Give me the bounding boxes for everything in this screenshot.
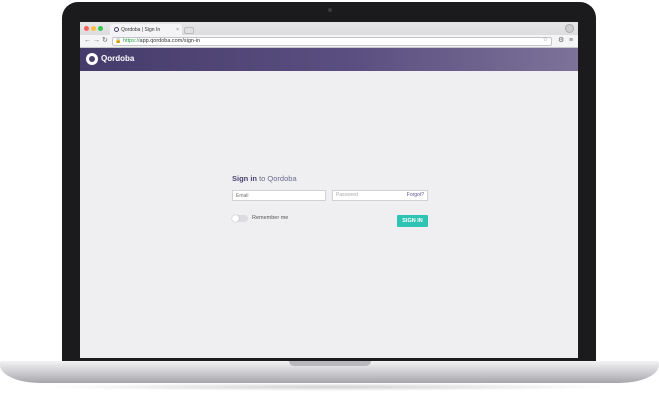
bookmark-star-icon[interactable]: ☆: [543, 37, 548, 44]
password-placeholder: Password: [336, 192, 358, 198]
password-field[interactable]: Password Forgot?: [332, 190, 428, 201]
laptop-notch: [289, 361, 371, 366]
tab-signin[interactable]: Qordoba | Sign In ×: [110, 24, 182, 35]
remember-me-label: Remember me: [252, 215, 289, 221]
signin-title: Sign in to Qordoba: [232, 174, 297, 183]
email-field[interactable]: [232, 190, 326, 201]
extension-icon[interactable]: ⚙: [558, 36, 564, 46]
signin-title-rest: to Qordoba: [257, 174, 297, 183]
remember-me-toggle[interactable]: [232, 215, 248, 222]
minimize-window-button[interactable]: [91, 26, 96, 31]
zoom-window-button[interactable]: [98, 26, 103, 31]
lock-icon: 🔒: [115, 38, 122, 44]
url-scheme: https://: [123, 38, 140, 44]
browser-chrome: Qordoba | Sign In × ← → ↻ 🔒 https://app.…: [80, 22, 578, 48]
tab-title: Qordoba | Sign In: [121, 26, 161, 33]
qordoba-logo-icon[interactable]: [86, 53, 98, 65]
menu-icon[interactable]: ≡: [569, 36, 573, 46]
reload-icon[interactable]: ↻: [102, 36, 108, 46]
camera-dot: [328, 8, 332, 12]
close-window-button[interactable]: [84, 26, 89, 31]
url-path: app.qordoba.com/sign-in: [139, 38, 201, 44]
tab-strip: Qordoba | Sign In ×: [80, 22, 578, 35]
signin-title-strong: Sign in: [232, 174, 257, 183]
signin-form: Sign in to Qordoba Password Forgot? Reme…: [232, 174, 428, 234]
browser-window: Qordoba | Sign In × ← → ↻ 🔒 https://app.…: [80, 22, 578, 358]
qordoba-favicon-icon: [114, 27, 119, 32]
forgot-password-link[interactable]: Forgot?: [407, 191, 424, 200]
forward-arrow-icon[interactable]: →: [93, 36, 100, 46]
app-header: Qordoba: [80, 48, 578, 71]
profile-icon[interactable]: [565, 24, 574, 33]
logo-text[interactable]: Qordoba: [101, 54, 134, 63]
tab-close-icon[interactable]: ×: [176, 27, 179, 33]
address-bar[interactable]: 🔒 https://app.qordoba.com/sign-in ☆: [112, 37, 552, 46]
new-tab-button[interactable]: [184, 27, 194, 34]
browser-toolbar: ← → ↻ 🔒 https://app.qordoba.com/sign-in …: [80, 35, 578, 48]
back-arrow-icon[interactable]: ←: [84, 36, 91, 46]
laptop-shadow: [40, 383, 620, 391]
signin-button[interactable]: SIGN IN: [397, 215, 428, 227]
